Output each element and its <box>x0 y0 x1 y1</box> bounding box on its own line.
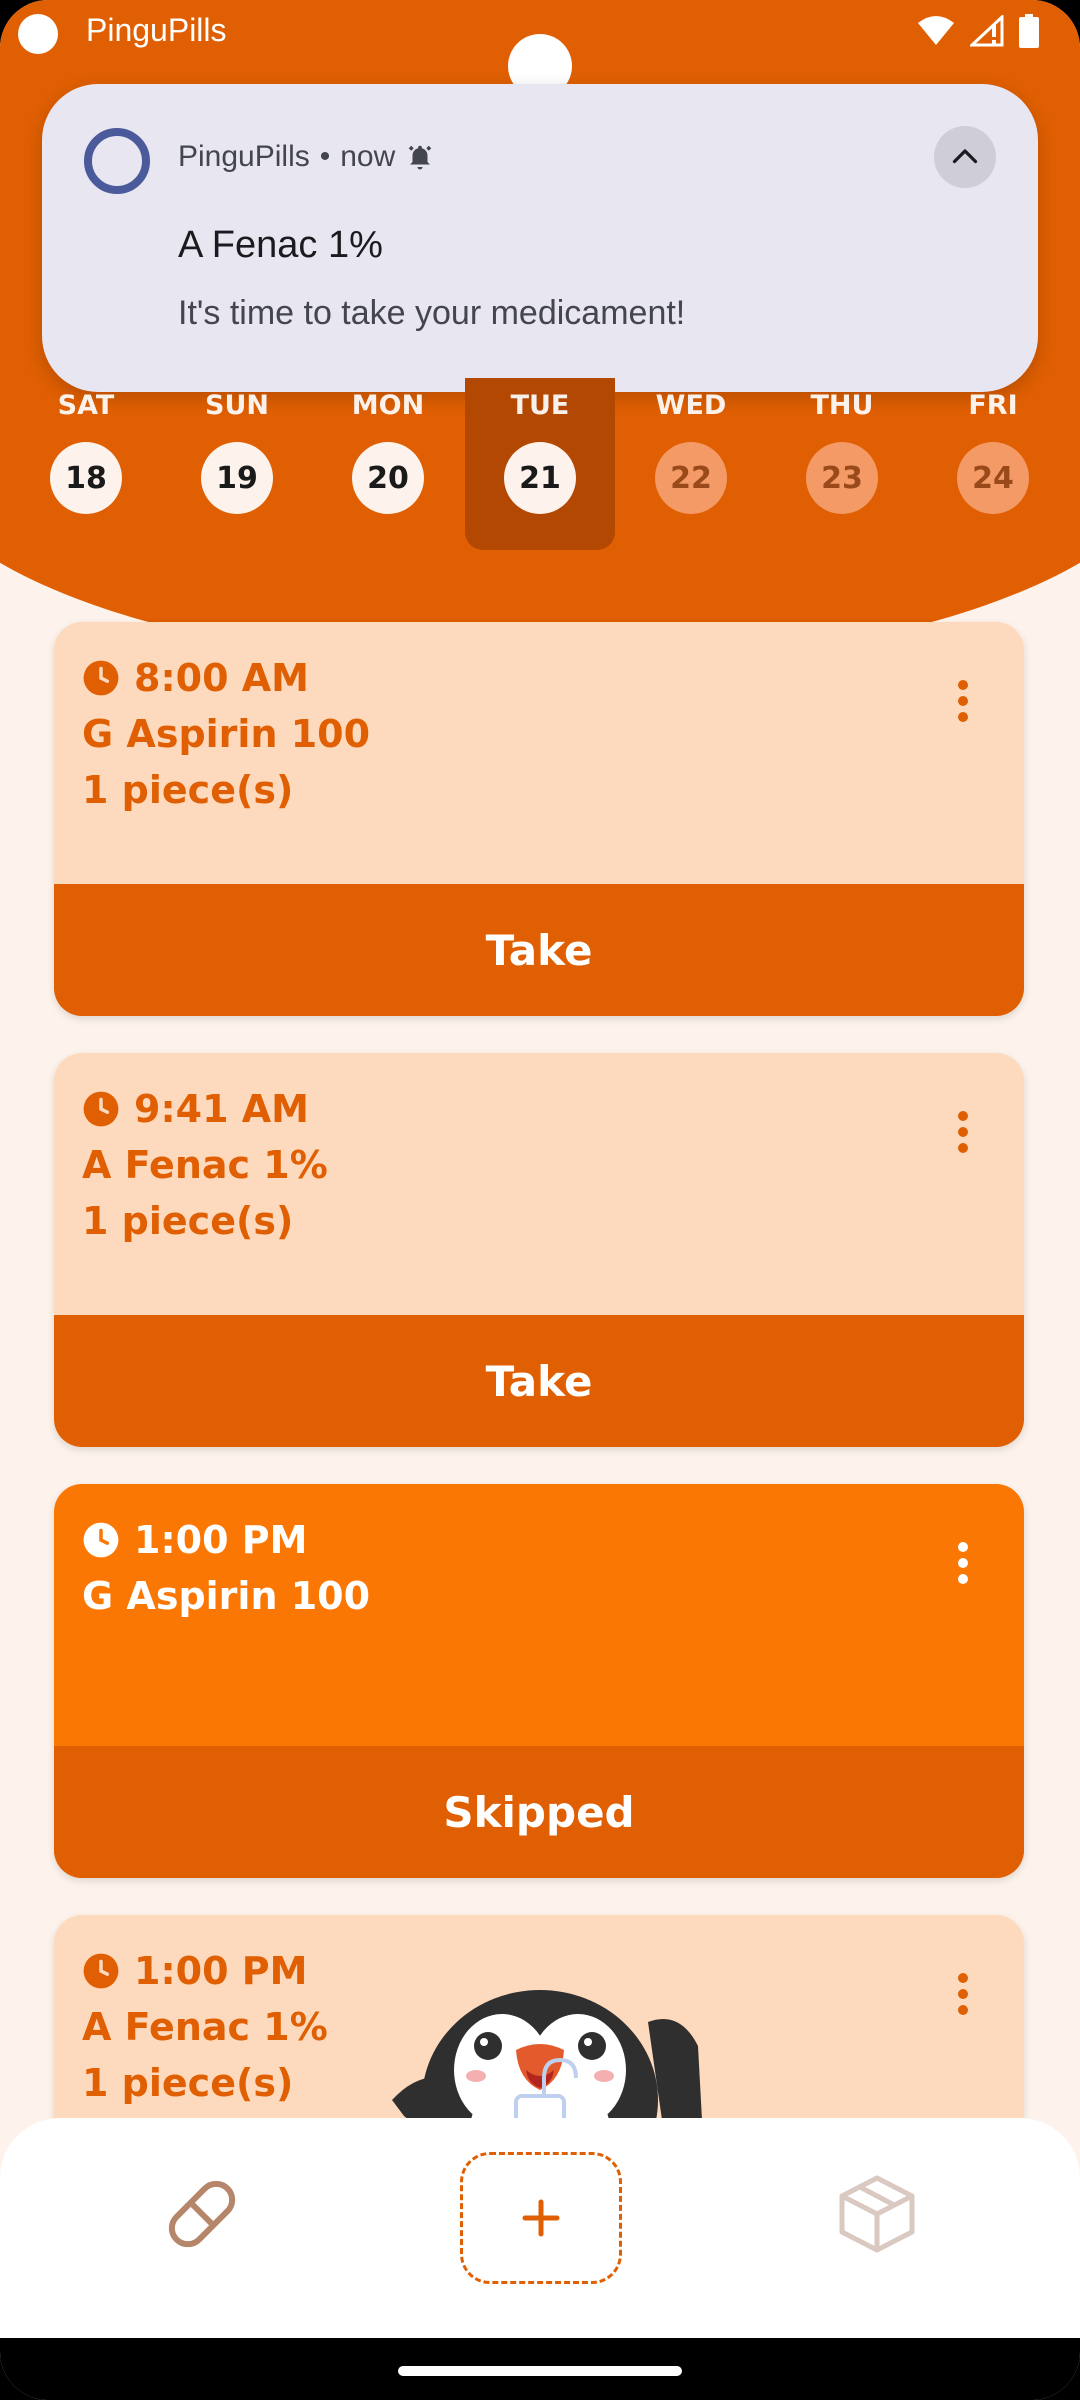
day-number: 24 <box>957 442 1029 514</box>
plus-icon <box>522 2199 560 2237</box>
status-icons <box>916 14 1040 48</box>
day-name: TUE <box>510 390 570 421</box>
dose-time-label: 1:00 PM <box>134 1518 308 1562</box>
day-name: THU <box>810 390 874 421</box>
clock-icon <box>83 1953 119 1989</box>
more-options-icon[interactable] <box>958 1542 970 1584</box>
day-number: 22 <box>655 442 727 514</box>
day-number: 23 <box>806 442 878 514</box>
take-button[interactable]: Take <box>54 1315 1024 1447</box>
status-notification-dot <box>18 14 58 54</box>
day-mon[interactable]: MON 20 <box>313 378 463 550</box>
skipped-button[interactable]: Skipped <box>54 1746 1024 1878</box>
dose-time: 9:41 AM <box>82 1087 309 1131</box>
more-options-icon[interactable] <box>958 1111 970 1153</box>
medication-name: G Aspirin 100 <box>82 1574 371 1618</box>
dose-amount: 1 piece(s) <box>82 2061 294 2105</box>
dose-amount: 1 piece(s) <box>82 768 294 812</box>
day-thu[interactable]: THU 23 <box>767 378 917 550</box>
clock-icon <box>83 1091 119 1127</box>
clock-icon <box>83 660 119 696</box>
add-medication-button[interactable] <box>460 2152 622 2284</box>
box-icon <box>839 2175 915 2253</box>
day-sat[interactable]: SAT 18 <box>11 378 161 550</box>
nav-medications-button[interactable] <box>162 2174 242 2258</box>
day-name: WED <box>655 390 727 421</box>
notification-card[interactable]: PinguPills • now A Fenac 1% It's time to… <box>42 84 1038 392</box>
day-name: SUN <box>205 390 269 421</box>
dose-time: 1:00 PM <box>82 1949 307 1993</box>
medication-name: G Aspirin 100 <box>82 712 371 756</box>
pill-icon <box>168 2180 236 2248</box>
day-name: SAT <box>57 390 115 421</box>
dose-time-label: 8:00 AM <box>134 656 309 700</box>
dose-card[interactable]: 9:41 AM A Fenac 1% 1 piece(s) Take <box>54 1053 1024 1447</box>
notification-title: A Fenac 1% <box>178 224 383 266</box>
dose-time: 8:00 AM <box>82 656 309 700</box>
dose-time-label: 1:00 PM <box>134 1949 308 1993</box>
dose-card[interactable]: 1:00 PM G Aspirin 100 Skipped <box>54 1484 1024 1878</box>
day-number: 19 <box>201 442 273 514</box>
battery-icon <box>1019 14 1039 48</box>
more-options-icon[interactable] <box>958 1973 970 2015</box>
notification-body: It's time to take your medicament! <box>178 294 686 332</box>
day-number: 21 <box>504 442 576 514</box>
day-sun[interactable]: SUN 19 <box>162 378 312 550</box>
more-options-icon[interactable] <box>958 680 970 722</box>
medication-name: A Fenac 1% <box>82 1143 328 1187</box>
bottom-navigation <box>0 2118 1080 2338</box>
gesture-bar[interactable] <box>398 2366 682 2376</box>
notification-separator: • <box>319 140 331 173</box>
dose-amount: 1 piece(s) <box>82 1199 294 1243</box>
app-screen: PinguPills PinguPills • now A Fenac 1% I… <box>0 0 1080 2400</box>
dose-card[interactable]: 8:00 AM G Aspirin 100 1 piece(s) Take <box>54 622 1024 1016</box>
notification-meta: PinguPills • now <box>178 140 435 174</box>
day-fri[interactable]: FRI 24 <box>918 378 1068 550</box>
clock-icon <box>83 1522 119 1558</box>
day-name: MON <box>351 390 425 421</box>
day-name: FRI <box>968 390 1018 421</box>
medication-name: A Fenac 1% <box>82 2005 328 2049</box>
app-ring-icon <box>84 128 150 194</box>
day-tue[interactable]: TUE 21 <box>465 378 615 550</box>
day-number: 20 <box>352 442 424 514</box>
notification-app-name: PinguPills <box>178 140 310 173</box>
chevron-up-icon <box>952 149 978 164</box>
alarm-bell-icon <box>409 145 432 170</box>
wifi-icon <box>918 16 954 45</box>
day-wed[interactable]: WED 22 <box>616 378 766 550</box>
take-button[interactable]: Take <box>54 884 1024 1016</box>
status-bar: PinguPills <box>0 0 1080 98</box>
status-app-name: PinguPills <box>86 12 227 48</box>
collapse-button[interactable] <box>934 126 996 188</box>
signal-icon <box>970 15 1004 47</box>
notification-time: now <box>340 140 396 173</box>
week-days-row: SAT 18 SUN 19 MON 20 TUE 21 WED 22 THU 23 FRI 24 <box>0 378 1080 550</box>
nav-inventory-button[interactable] <box>838 2174 916 2258</box>
dose-time: 1:00 PM <box>82 1518 307 1562</box>
dose-time-label: 9:41 AM <box>134 1087 309 1131</box>
day-number: 18 <box>50 442 122 514</box>
